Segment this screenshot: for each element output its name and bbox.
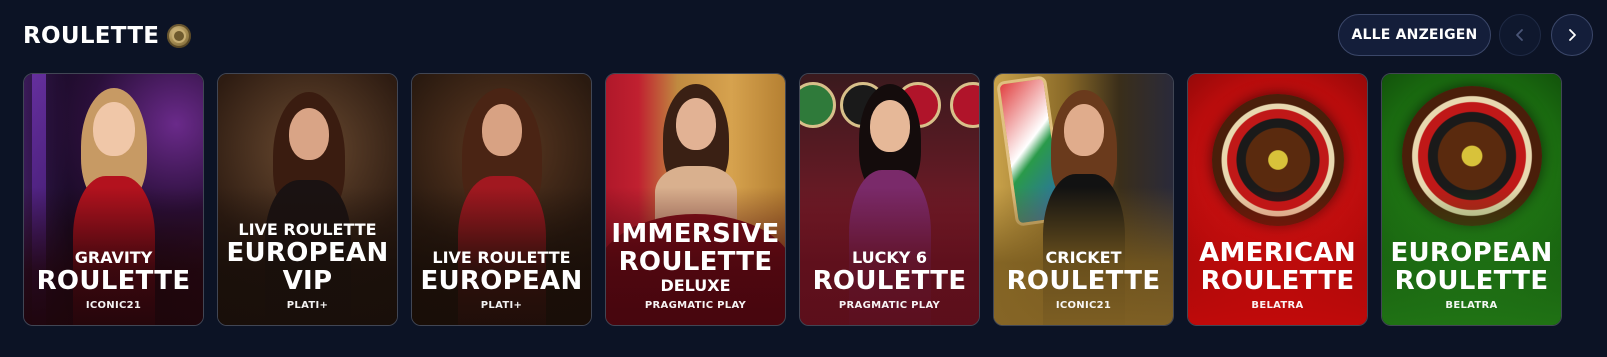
- game-card-text: LIVE ROULETTE EUROPEAN VIP PLATI+: [218, 220, 397, 313]
- game-card-european-roulette[interactable]: EUROPEAN ROULETTE BELATRA: [1381, 73, 1562, 326]
- game-card-text: IMMERSIVE ROULETTE DELUXE PRAGMATIC PLAY: [606, 220, 785, 313]
- game-card-live-roulette-european[interactable]: LIVE ROULETTE EUROPEAN PLATI+: [411, 73, 592, 326]
- chevron-left-icon: [1516, 29, 1523, 41]
- game-card-american-roulette[interactable]: AMERICAN ROULETTE BELATRA: [1187, 73, 1368, 326]
- game-title-line2: EUROPEAN: [226, 238, 389, 268]
- game-title-line2: ROULETTE: [1394, 266, 1549, 296]
- game-title-line1: LIVE ROULETTE: [432, 248, 571, 267]
- game-provider: ICONIC21: [1055, 300, 1112, 311]
- game-provider: PRAGMATIC PLAY: [838, 300, 941, 311]
- game-provider: PRAGMATIC PLAY: [644, 300, 747, 311]
- game-title-line3: DELUXE: [660, 276, 731, 295]
- game-provider: ICONIC21: [85, 300, 142, 311]
- game-title-line2: ROULETTE: [36, 266, 191, 296]
- game-provider: BELATRA: [1251, 300, 1304, 311]
- game-title-line1: IMMERSIVE: [611, 219, 780, 249]
- roulette-chip-icon: [167, 24, 192, 48]
- game-card-gravity-roulette[interactable]: GRAVITY ROULETTE ICONIC21: [23, 73, 204, 326]
- game-card-text: AMERICAN ROULETTE BELATRA: [1188, 239, 1367, 313]
- game-card-lucky-6-roulette[interactable]: LUCKY 6 ROULETTE PRAGMATIC PLAY: [799, 73, 980, 326]
- game-title-line1: LUCKY 6: [851, 248, 928, 267]
- section-title: ROULETTE: [23, 23, 160, 49]
- game-title-line2: EUROPEAN: [420, 266, 583, 296]
- game-provider: BELATRA: [1445, 300, 1498, 311]
- game-title-line1: GRAVITY: [74, 248, 153, 267]
- game-title-line2: ROULETTE: [618, 247, 773, 277]
- game-card-text: LIVE ROULETTE EUROPEAN PLATI+: [412, 248, 591, 313]
- game-card-text: CRICKET ROULETTE ICONIC21: [994, 248, 1173, 313]
- game-card-live-roulette-european-vip[interactable]: LIVE ROULETTE EUROPEAN VIP PLATI+: [217, 73, 398, 326]
- game-title-line3: VIP: [282, 266, 333, 296]
- section-header: ROULETTE ALLE ANZEIGEN: [23, 14, 1593, 60]
- carousel-prev-button[interactable]: [1499, 14, 1541, 56]
- game-card-text: GRAVITY ROULETTE ICONIC21: [24, 248, 203, 313]
- game-title-line1: CRICKET: [1045, 248, 1122, 267]
- carousel-next-button[interactable]: [1551, 14, 1593, 56]
- section-title-wrap: ROULETTE: [23, 18, 192, 54]
- show-all-button[interactable]: ALLE ANZEIGEN: [1338, 14, 1491, 56]
- game-provider: PLATI+: [480, 300, 523, 311]
- game-title-line2: ROULETTE: [812, 266, 967, 296]
- game-provider: PLATI+: [286, 300, 329, 311]
- game-title-line1: EUROPEAN: [1390, 238, 1553, 268]
- game-card-cricket-roulette[interactable]: CRICKET ROULETTE ICONIC21: [993, 73, 1174, 326]
- game-card-text: LUCKY 6 ROULETTE PRAGMATIC PLAY: [800, 248, 979, 313]
- game-title-line2: ROULETTE: [1200, 266, 1355, 296]
- game-card-immersive-roulette-deluxe[interactable]: IMMERSIVE ROULETTE DELUXE PRAGMATIC PLAY: [605, 73, 786, 326]
- game-title-line1: AMERICAN: [1199, 238, 1356, 268]
- game-title-line1: LIVE ROULETTE: [238, 220, 377, 239]
- chevron-right-icon: [1569, 29, 1576, 41]
- game-title-line2: ROULETTE: [1006, 266, 1161, 296]
- game-card-text: EUROPEAN ROULETTE BELATRA: [1382, 239, 1561, 313]
